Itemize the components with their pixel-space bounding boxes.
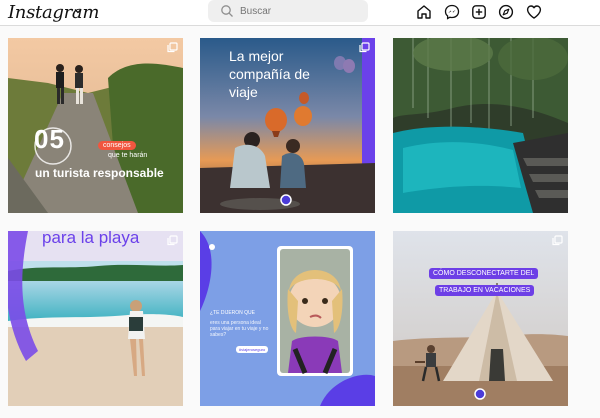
- post-1-pill: consejos: [98, 141, 136, 150]
- search-icon: [221, 5, 233, 17]
- post-4-title: para la playa: [42, 231, 140, 247]
- post-tile-4[interactable]: para la playa: [8, 231, 183, 406]
- post-6-line-2: TRABAJO EN VACACIONES: [435, 285, 535, 296]
- search-input[interactable]: [240, 3, 360, 19]
- home-icon[interactable]: [416, 4, 432, 20]
- activity-heart-icon[interactable]: [526, 4, 542, 20]
- post-1-title: un turista responsable: [35, 166, 164, 180]
- carousel-icon: [167, 235, 178, 246]
- post-tile-6[interactable]: CÓMO DESCONECTARTE DEL TRABAJO EN VACACI…: [393, 231, 568, 406]
- post-5-hashtag: #viajeroseguro: [236, 346, 269, 353]
- post-3-image: [393, 38, 568, 213]
- post-tile-3[interactable]: [393, 38, 568, 213]
- post-5-body: eres una persona ideal para viajar en tu…: [210, 320, 269, 338]
- carousel-icon: [552, 235, 563, 246]
- post-tile-5[interactable]: ¿TE DIJERON QUE eres una persona ideal p…: [200, 231, 375, 406]
- top-navigation-bar: Instagram: [0, 0, 600, 26]
- chevron-down-icon[interactable]: [73, 6, 83, 16]
- post-5-image: [200, 231, 375, 406]
- post-1-number: 05: [34, 124, 65, 154]
- carousel-icon: [359, 42, 370, 53]
- post-1-subtitle: que te harán: [108, 152, 148, 159]
- explore-icon[interactable]: [498, 4, 514, 20]
- search-bar[interactable]: [208, 0, 368, 22]
- post-2-title: La mejor compañía de viaje: [229, 48, 310, 100]
- instagram-logo[interactable]: Instagram: [8, 2, 99, 23]
- post-6-line-1: CÓMO DESCONECTARTE DEL: [429, 268, 539, 279]
- post-5-question: ¿TE DIJERON QUE: [210, 310, 256, 316]
- post-tile-2[interactable]: La mejor compañía de viaje: [200, 38, 375, 213]
- post-6-image: [393, 231, 568, 406]
- carousel-icon: [167, 42, 178, 53]
- post-tile-1[interactable]: 05 consejos que te harán un turista resp…: [8, 38, 183, 213]
- new-post-icon[interactable]: [471, 4, 487, 20]
- post-4-image: [8, 231, 183, 406]
- messenger-icon[interactable]: [444, 4, 460, 20]
